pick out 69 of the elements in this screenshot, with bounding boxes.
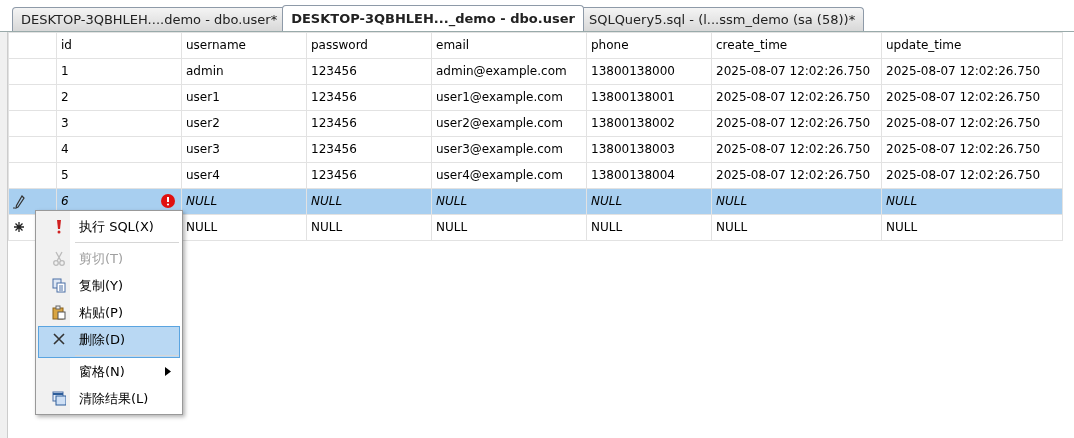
table-cell: 2025-08-07 12:02:26.750 xyxy=(716,63,871,78)
column-header[interactable]: email xyxy=(431,32,587,59)
table-cell: 2025-08-07 12:02:26.750 xyxy=(886,141,1041,156)
table-cell: 13800138004 xyxy=(591,167,675,182)
column-header[interactable]: id xyxy=(56,32,182,59)
table-cell: 2025-08-07 12:02:26.750 xyxy=(886,167,1041,182)
table-cell: user4 xyxy=(186,167,220,182)
table-cell: NULL xyxy=(716,193,748,208)
table-cell: 2 xyxy=(61,89,69,104)
asterisk-icon xyxy=(13,221,25,234)
table-cell: 2025-08-07 12:02:26.750 xyxy=(886,115,1041,130)
table-cell: user1 xyxy=(186,89,220,104)
table-cell: NULL xyxy=(591,193,623,208)
table-cell: NULL xyxy=(886,193,918,208)
window-icon xyxy=(52,391,66,406)
table-cell: NULL xyxy=(311,193,343,208)
table-cell: 123456 xyxy=(311,141,357,156)
table-cell: NULL xyxy=(716,219,748,234)
column-header[interactable]: password xyxy=(306,32,432,59)
table-cell: user3 xyxy=(186,141,220,156)
column-header[interactable]: create_time xyxy=(711,32,882,59)
table-cell: user3@example.com xyxy=(436,141,563,156)
menu-item[interactable]: 窗格(N) xyxy=(38,358,180,385)
table-cell: 13800138000 xyxy=(591,63,675,78)
table-cell: 123456 xyxy=(311,167,357,182)
table-cell: 6 xyxy=(61,193,69,208)
table-cell: NULL xyxy=(591,219,623,234)
paste-icon xyxy=(52,305,66,320)
table-cell: 2025-08-07 12:02:26.750 xyxy=(716,115,871,130)
table-cell: NULL xyxy=(436,219,468,234)
table-cell: user2 xyxy=(186,115,220,130)
table-cell: user2@example.com xyxy=(436,115,563,130)
scissors-icon xyxy=(52,251,66,266)
table-cell: NULL xyxy=(886,219,918,234)
table-cell: NULL xyxy=(186,219,218,234)
column-header[interactable]: username xyxy=(181,32,307,59)
document-tab[interactable]: DESKTOP-3QBHLEH..._demo - dbo.user xyxy=(282,5,584,31)
table-cell: 2025-08-07 12:02:26.750 xyxy=(716,141,871,156)
table-cell: 123456 xyxy=(311,115,357,130)
menu-item[interactable]: 粘贴(P) xyxy=(38,299,180,326)
table-cell: 2025-08-07 12:02:26.750 xyxy=(716,167,871,182)
table-cell: 2025-08-07 12:02:26.750 xyxy=(716,89,871,104)
table-cell: 3 xyxy=(61,115,69,130)
table-cell: NULL xyxy=(311,219,343,234)
table-cell: 13800138001 xyxy=(591,89,675,104)
table-cell: 2025-08-07 12:02:26.750 xyxy=(886,63,1041,78)
table-cell: admin@example.com xyxy=(436,63,567,78)
table-cell: NULL xyxy=(436,193,468,208)
table-cell: user4@example.com xyxy=(436,167,563,182)
table-cell: NULL xyxy=(186,193,218,208)
table-cell: 123456 xyxy=(311,89,357,104)
menu-item[interactable]: 清除结果(L) xyxy=(38,385,180,412)
copy-icon xyxy=(52,278,66,293)
table-cell: 4 xyxy=(61,141,69,156)
menu-item[interactable]: 删除(D) xyxy=(38,326,180,358)
table-cell: 13800138002 xyxy=(591,115,675,130)
table-cell: 123456 xyxy=(311,63,357,78)
menu-item[interactable]: 复制(Y) xyxy=(38,272,180,299)
column-header[interactable]: update_time xyxy=(881,32,1063,59)
column-header[interactable]: phone xyxy=(586,32,712,59)
table-cell: 2025-08-07 12:02:26.750 xyxy=(886,89,1041,104)
table-cell: 5 xyxy=(61,167,69,182)
pencil-icon xyxy=(13,194,25,209)
close-icon xyxy=(52,332,66,347)
table-cell: admin xyxy=(186,63,224,78)
submenu-arrow-icon xyxy=(165,367,171,376)
table-cell: 1 xyxy=(61,63,69,78)
table-cell: 13800138003 xyxy=(591,141,675,156)
table-cell: user1@example.com xyxy=(436,89,563,104)
